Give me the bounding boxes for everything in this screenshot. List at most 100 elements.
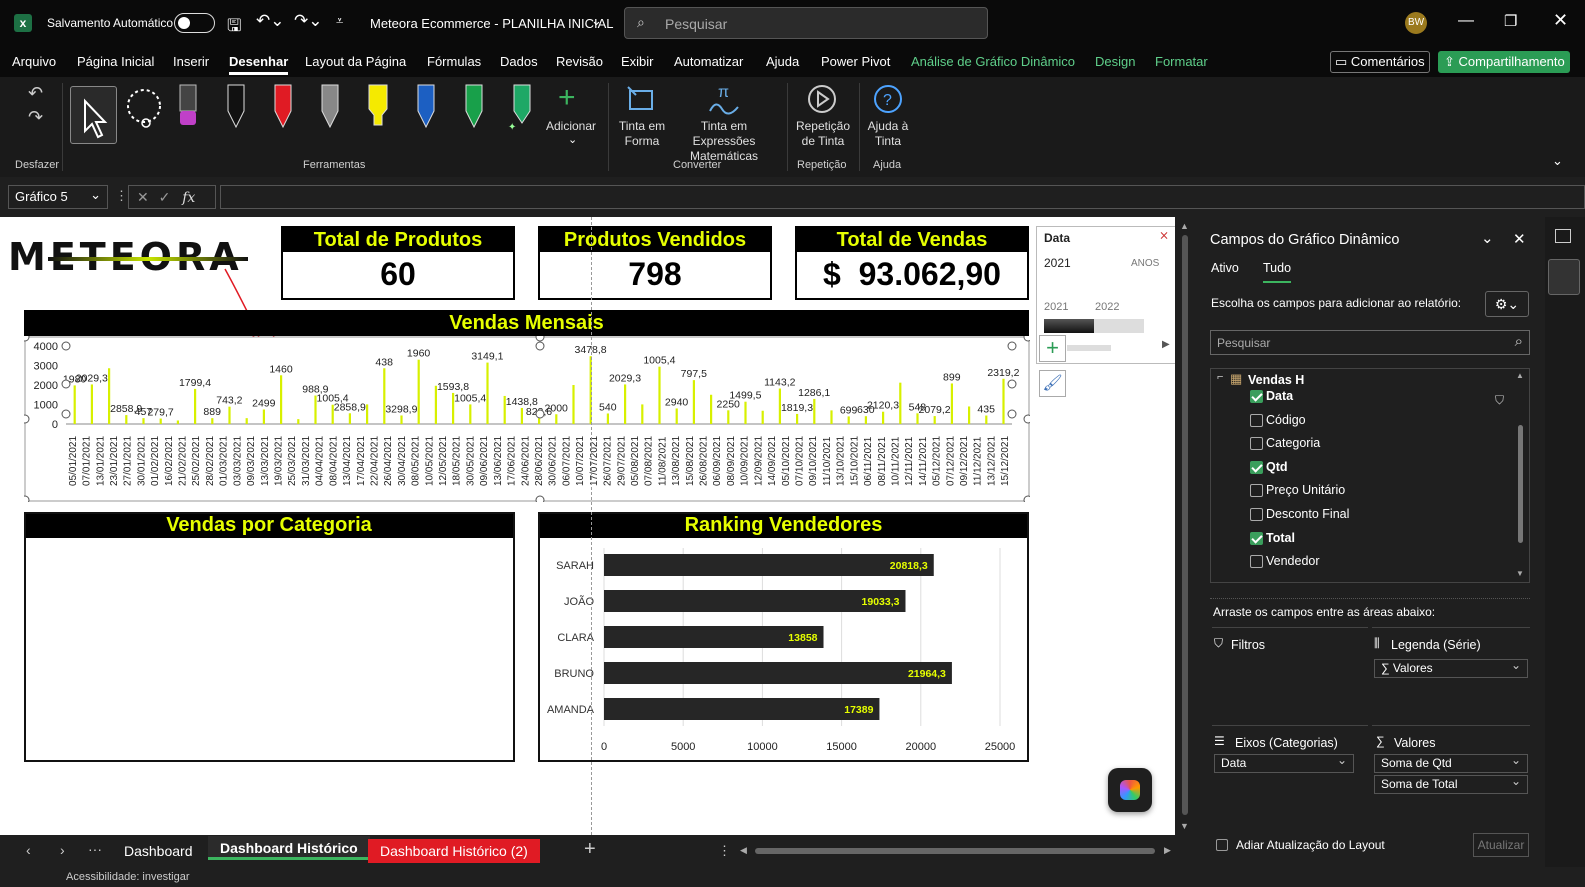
field-checkbox[interactable] bbox=[1250, 484, 1263, 498]
lasso-icon[interactable] bbox=[122, 86, 166, 130]
pen-red-icon[interactable] bbox=[271, 83, 295, 129]
field-label[interactable]: Qtd bbox=[1266, 460, 1288, 474]
field-checkbox[interactable] bbox=[1250, 413, 1263, 427]
formula-input[interactable] bbox=[220, 185, 1585, 209]
table-collapse-icon[interactable]: ⌐ bbox=[1217, 371, 1223, 383]
add-sheet-icon[interactable]: + bbox=[584, 838, 596, 861]
ink-help-icon[interactable]: ? bbox=[872, 83, 904, 115]
ink-replay-label[interactable]: Repetição de Tinta bbox=[795, 119, 851, 149]
axes-data-pill[interactable]: Data bbox=[1214, 752, 1354, 773]
field-label[interactable]: Código bbox=[1266, 413, 1306, 427]
ranking-sellers-chart[interactable]: 0 5000 10000 15000 20000 25000 SARAH 20818,3 JOÃ… bbox=[540, 538, 1027, 760]
undo-icon[interactable]: ↶⌄ bbox=[256, 11, 285, 31]
tab-prev-icon[interactable]: ‹ bbox=[26, 842, 31, 858]
chart-elements-button[interactable]: + bbox=[1039, 335, 1066, 362]
pen-green-icon[interactable] bbox=[462, 83, 486, 129]
clear-filter-icon[interactable]: ⨯ bbox=[1159, 228, 1169, 242]
tab-dashboard[interactable]: Dashboard bbox=[112, 839, 205, 863]
pen-black-icon[interactable] bbox=[224, 83, 248, 129]
tab-next-icon[interactable]: › bbox=[60, 842, 65, 858]
timeline-level[interactable]: ANOS bbox=[1131, 258, 1159, 269]
save-icon[interactable]: 🖫 bbox=[227, 13, 241, 42]
tab-ativo[interactable]: Ativo bbox=[1211, 261, 1239, 275]
redo-ribbon-icon[interactable]: ↷ bbox=[28, 107, 43, 128]
timeline-scrollbar[interactable] bbox=[1067, 345, 1111, 351]
pane-close-icon[interactable]: ✕ bbox=[1513, 230, 1526, 248]
pane-settings-button[interactable]: ⚙⌄ bbox=[1485, 291, 1529, 317]
field-label[interactable]: Total bbox=[1266, 531, 1295, 545]
field-label[interactable]: Vendedor bbox=[1266, 554, 1320, 568]
hscroll-right-icon[interactable]: ▶ bbox=[1164, 845, 1171, 856]
tabs-menu-icon[interactable]: ⋮ bbox=[718, 843, 731, 859]
vertical-scrollbar[interactable]: ▲ ▼ bbox=[1175, 217, 1195, 835]
pen-blue-icon[interactable] bbox=[414, 83, 438, 129]
cancel-icon[interactable]: ✕ bbox=[137, 189, 149, 205]
area-filters[interactable]: ⛉ Filtros bbox=[1212, 627, 1368, 723]
category-chart-area[interactable] bbox=[24, 512, 515, 762]
tab-tudo[interactable]: Tudo bbox=[1263, 261, 1292, 283]
field-label[interactable]: Categoria bbox=[1266, 436, 1320, 450]
scroll-down-icon[interactable]: ▼ bbox=[1180, 821, 1189, 831]
hscroll-left-icon[interactable]: ◀ bbox=[740, 845, 747, 856]
timeline-scroll-right-icon[interactable]: ▶ bbox=[1162, 339, 1170, 350]
menu-revisao[interactable]: Revisão bbox=[556, 54, 603, 69]
ink-replay-icon[interactable] bbox=[806, 83, 838, 115]
menu-automatizar[interactable]: Automatizar bbox=[674, 54, 743, 69]
search-box[interactable]: ⌕ Pesquisar bbox=[624, 7, 988, 39]
menu-formatar[interactable]: Formatar bbox=[1155, 54, 1208, 69]
add-pen-icon[interactable]: + bbox=[558, 81, 576, 115]
minimize-icon[interactable]: — bbox=[1458, 12, 1474, 30]
pencil-gray-icon[interactable] bbox=[318, 83, 342, 129]
copilot-button[interactable] bbox=[1108, 768, 1152, 812]
comments-button[interactable]: ▭ Comentários bbox=[1330, 51, 1430, 73]
menu-inserir[interactable]: Inserir bbox=[173, 54, 209, 69]
scroll-up-icon[interactable]: ▲ bbox=[1180, 221, 1189, 231]
ink-to-shape-label[interactable]: Tinta em Forma bbox=[616, 119, 668, 149]
area-values[interactable]: ∑ Valores Soma de Qtd Soma de Total bbox=[1372, 725, 1530, 815]
menu-ajuda[interactable]: Ajuda bbox=[766, 54, 799, 69]
menu-arquivo[interactable]: Arquivo bbox=[12, 54, 56, 69]
side-panel-icon-1[interactable] bbox=[1555, 229, 1571, 243]
ink-to-shape-icon[interactable] bbox=[626, 85, 658, 115]
ink-to-math-icon[interactable]: π bbox=[708, 83, 742, 115]
field-label[interactable]: Desconto Final bbox=[1266, 507, 1349, 521]
chart-styles-button[interactable]: 🖌 bbox=[1039, 370, 1066, 397]
menu-power-pivot[interactable]: Power Pivot bbox=[821, 54, 890, 69]
timeline-bar[interactable] bbox=[1044, 319, 1144, 333]
field-search-input[interactable]: Pesquisar ⌕ bbox=[1210, 330, 1530, 355]
side-panel-icon-2[interactable] bbox=[1548, 259, 1580, 295]
field-list-up-icon[interactable]: ▲ bbox=[1516, 371, 1524, 380]
document-title[interactable]: Meteora Ecommerce - PLANILHA INICIAL bbox=[370, 16, 613, 31]
menu-analise-grafico[interactable]: Análise de Gráfico Dinâmico bbox=[911, 54, 1075, 69]
update-button[interactable]: Atualizar bbox=[1473, 833, 1529, 857]
monthly-sales-chart[interactable]: 0100020003000400019802029,32858,9457279,… bbox=[24, 336, 1030, 502]
menu-pagina-inicial[interactable]: Página Inicial bbox=[77, 54, 154, 69]
menu-layout-pagina[interactable]: Layout da Página bbox=[305, 54, 406, 69]
menu-design[interactable]: Design bbox=[1095, 54, 1135, 69]
menu-dados[interactable]: Dados bbox=[500, 54, 538, 69]
close-window-icon[interactable]: ✕ bbox=[1553, 10, 1568, 31]
data-filter-icon[interactable]: ⛉ bbox=[1495, 393, 1504, 408]
scroll-thumb[interactable] bbox=[1182, 235, 1188, 815]
highlighter-yellow-icon[interactable] bbox=[366, 83, 390, 129]
field-list-scrollbar[interactable] bbox=[1518, 425, 1523, 543]
legend-valores-pill[interactable]: ∑ Valores bbox=[1374, 657, 1528, 678]
title-chevron-icon[interactable]: ⌄ bbox=[591, 13, 602, 29]
area-axes[interactable]: ☰ Eixos (Categorias) Data bbox=[1212, 725, 1368, 815]
field-checkbox[interactable] bbox=[1250, 460, 1263, 474]
pane-collapse-icon[interactable]: ⌄ bbox=[1481, 229, 1494, 247]
field-checkbox[interactable] bbox=[1250, 555, 1263, 569]
area-legend[interactable]: ⫼ Legenda (Série) ∑ Valores bbox=[1372, 627, 1530, 723]
field-label[interactable]: Data bbox=[1266, 389, 1293, 403]
undo-ribbon-icon[interactable]: ↶ bbox=[28, 83, 43, 104]
tab-dashboard-historico[interactable]: Dashboard Histórico bbox=[208, 836, 370, 860]
accessibility-status[interactable]: Acessibilidade: investigar bbox=[66, 871, 190, 883]
field-list-down-icon[interactable]: ▼ bbox=[1516, 569, 1524, 578]
ink-help-label[interactable]: Ajuda à Tinta bbox=[866, 119, 910, 149]
name-box[interactable]: Gráfico 5 ⌄ bbox=[8, 185, 108, 209]
tab-dashboard-historico-2[interactable]: Dashboard Histórico (2) bbox=[368, 839, 540, 863]
menu-formulas[interactable]: Fórmulas bbox=[427, 54, 481, 69]
ink-to-math-label[interactable]: Tinta em Expressões Matemáticas bbox=[670, 119, 778, 164]
add-pen-label[interactable]: Adicionar bbox=[546, 119, 596, 133]
select-tool-button[interactable] bbox=[70, 86, 117, 144]
